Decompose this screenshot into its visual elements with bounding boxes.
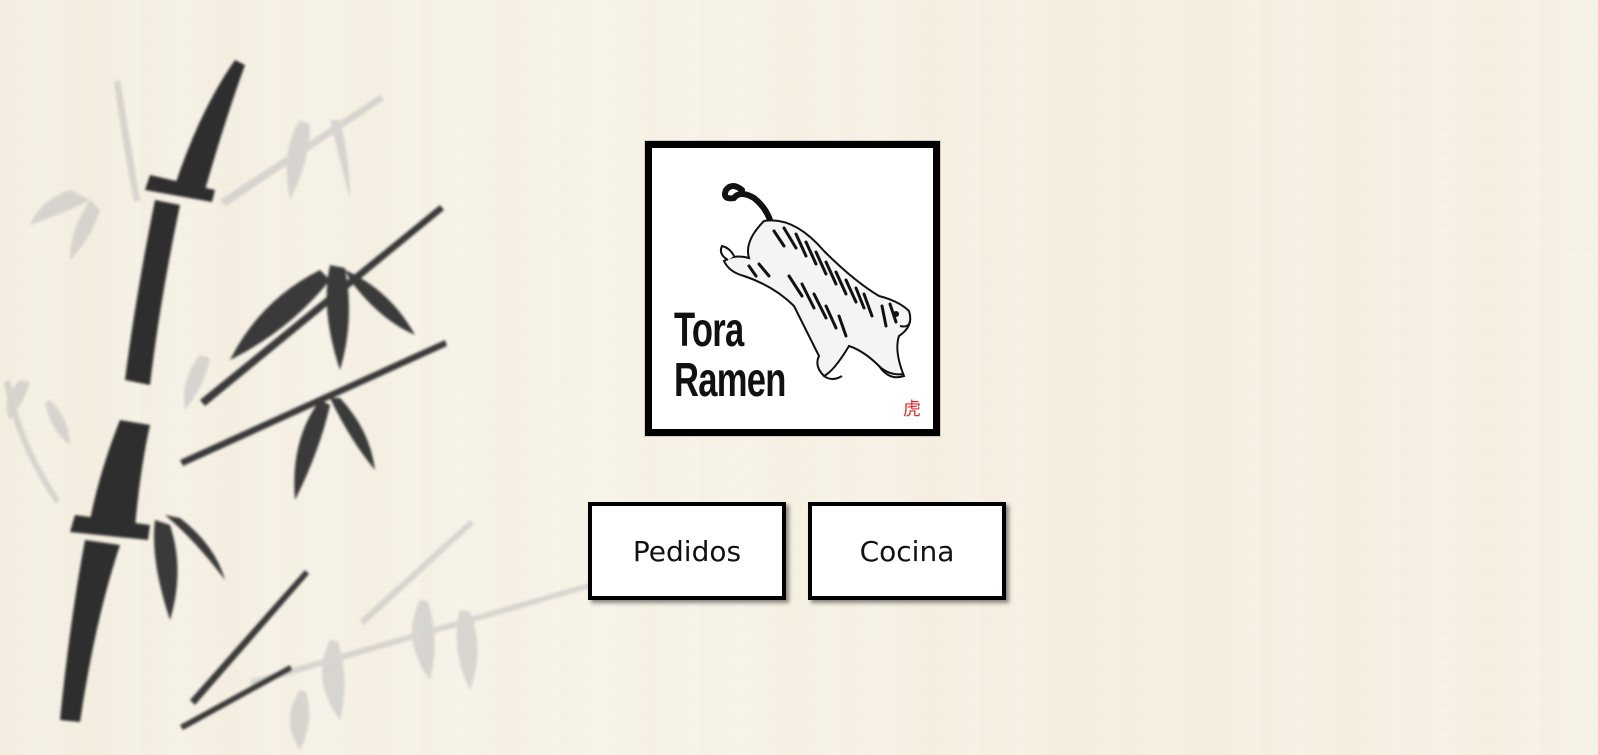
- tiger-kanji: 虎: [903, 399, 921, 420]
- brand-name-line2: Ramen: [674, 354, 786, 407]
- brand-name-line1: Tora: [674, 304, 744, 357]
- pedidos-button[interactable]: Pedidos: [588, 502, 786, 600]
- cocina-button[interactable]: Cocina: [808, 502, 1006, 600]
- bamboo-painting-icon: [4, 60, 600, 750]
- brand-name: Tora Ramen: [674, 306, 786, 406]
- tora-ramen-logo: Tora Ramen 虎: [645, 141, 940, 436]
